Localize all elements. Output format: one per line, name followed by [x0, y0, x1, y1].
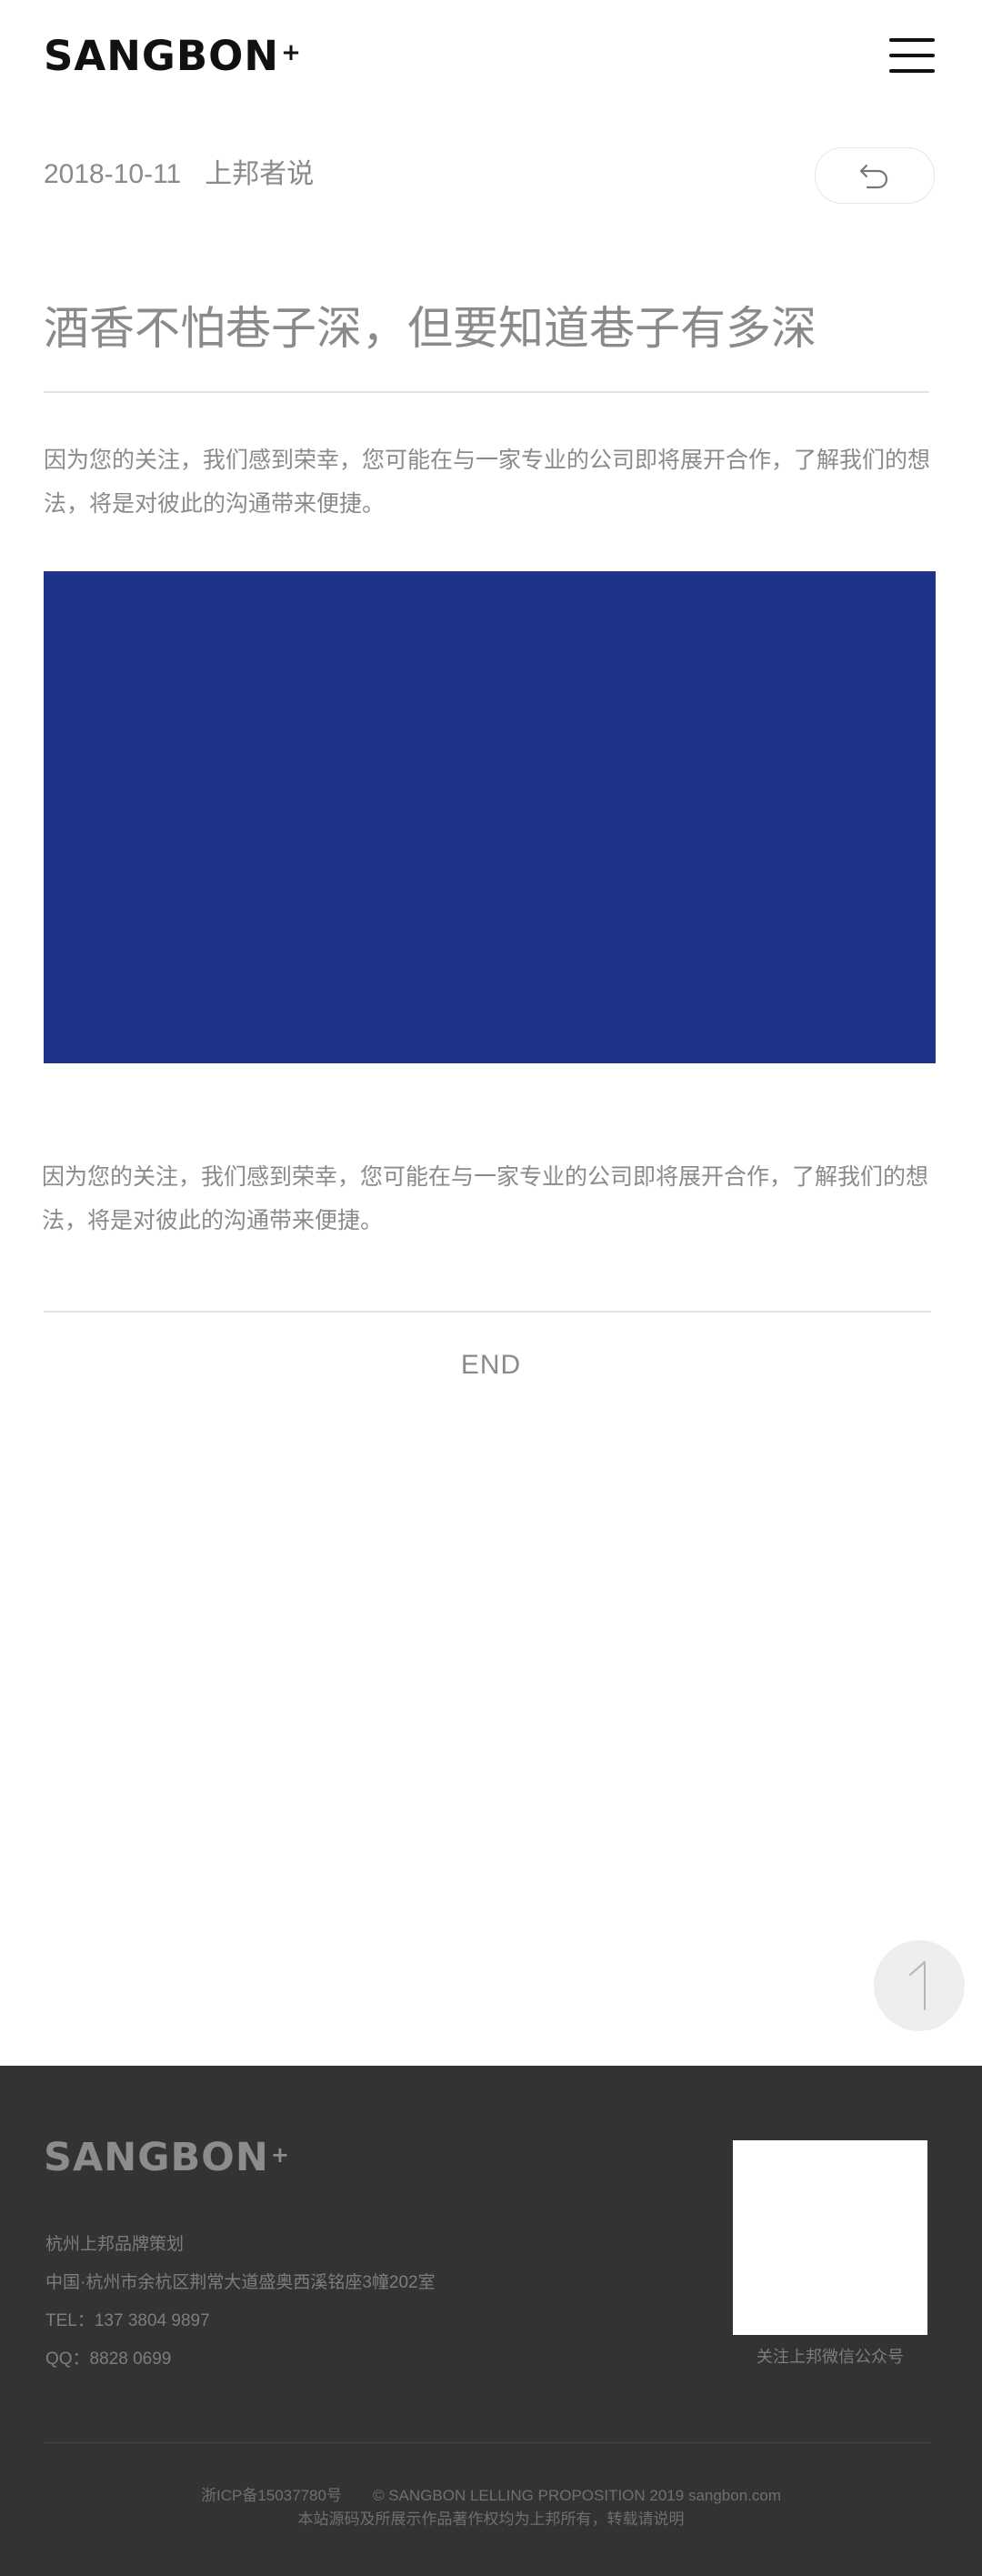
back-arrow-icon — [859, 164, 888, 189]
footer-qq: QQ：8828 0699 — [45, 2350, 172, 2369]
article-paragraph-2: 因为您的关注，我们感到荣幸，您可能在与一家专业的公司即将展开合作，了解我们的想法… — [42, 1164, 929, 1233]
copyright-text: © SANGBON LELLING PROPOSITION 2019 sangb… — [372, 2487, 782, 2504]
arrow-up-icon — [909, 1961, 926, 2010]
footer-logo-plus-mark: + — [270, 2142, 290, 2168]
end-label: END — [460, 1350, 522, 1380]
footer-logo-text: SANGBON — [44, 2135, 269, 2180]
icp-link[interactable]: 浙ICP备15037780号 — [201, 2487, 342, 2504]
wechat-qr-code — [733, 2140, 927, 2335]
site-header: SANGBON+ — [0, 0, 982, 118]
copyright-notice: 本站源码及所展示作品著作权均为上邦所有，转载请说明 — [297, 2511, 685, 2528]
site-logo[interactable]: SANGBON+ — [44, 33, 302, 80]
footer-contact-info: 杭州上邦品牌策划 中国·杭州市余杭区荆常大道盛奥西溪铭座3幢202室 TEL：1… — [45, 2226, 436, 2379]
footer-tel[interactable]: TEL：137 3804 9897 — [45, 2302, 436, 2340]
back-to-top-button[interactable] — [874, 1940, 965, 2031]
footer-address: 中国·杭州市余杭区荆常大道盛奥西溪铭座3幢202室 — [45, 2273, 436, 2292]
qr-caption: 关注上邦微信公众号 — [757, 2348, 904, 2366]
footer-company: 杭州上邦品牌策划 — [45, 2235, 185, 2254]
title-divider — [44, 391, 929, 393]
article-paragraph-1: 因为您的关注，我们感到荣幸，您可能在与一家专业的公司即将展开合作，了解我们的想法… — [44, 448, 931, 517]
back-button[interactable] — [815, 147, 935, 204]
article-date: 2018-10-11 — [44, 159, 182, 189]
logo-text: SANGBON — [44, 32, 280, 80]
logo-plus-mark: + — [281, 39, 302, 66]
hamburger-menu-icon[interactable] — [889, 38, 935, 73]
site-footer: SANGBON+ 杭州上邦品牌策划 中国·杭州市余杭区荆常大道盛奥西溪铭座3幢2… — [0, 2066, 982, 2576]
footer-legal-line: 浙ICP备15037780号 © SANGBON LELLING PROPOSIT… — [0, 2482, 982, 2505]
article-meta: 2018-10-11 上邦者说 — [44, 156, 314, 193]
footer-divider — [44, 2442, 931, 2443]
footer-logo[interactable]: SANGBON+ — [44, 2135, 290, 2180]
article-image — [44, 571, 936, 1063]
article-category[interactable]: 上邦者说 — [205, 159, 314, 189]
article-title: 酒香不怕巷子深，但要知道巷子有多深 — [44, 303, 817, 354]
end-divider — [44, 1311, 931, 1313]
